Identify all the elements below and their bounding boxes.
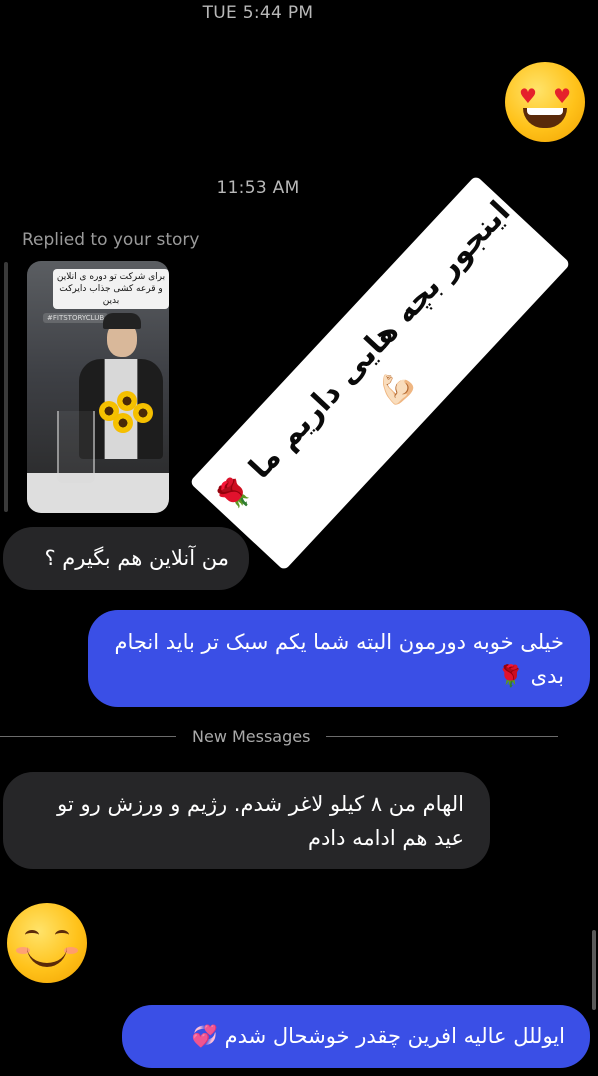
- sticker-text: اینجور بچه هایی داریم ما 🌹 💪🏻: [209, 194, 518, 521]
- divider-line-right: [326, 735, 559, 737]
- heart-eye-right-icon: ♥: [553, 84, 571, 108]
- message-text: من آنلاین هم بگیرم ؟: [44, 546, 229, 570]
- message-bubble-incoming[interactable]: الهام من ۸ کیلو لاغر شدم. رژیم و ورزش رو…: [3, 772, 490, 869]
- story-hashtag: #FITSTORYCLUB: [43, 313, 109, 323]
- table-surface: [27, 473, 169, 513]
- message-bubble-incoming[interactable]: من آنلاین هم بگیرم ؟: [3, 527, 249, 590]
- smile-eye-left: [25, 930, 39, 940]
- message-text: ایوللل عالیه افرین چقدر خوشحال شدم 💞: [191, 1024, 565, 1048]
- message-text: خیلی خوبه دورمون البته شما یکم سبک تر با…: [114, 630, 564, 688]
- smile-mouth: [523, 108, 567, 128]
- heart-eye-left-icon: ♥: [519, 84, 537, 108]
- message-bubble-outgoing[interactable]: ایوللل عالیه افرین چقدر خوشحال شدم 💞: [122, 1005, 590, 1068]
- new-messages-label: New Messages: [192, 726, 311, 746]
- message-bubble-outgoing[interactable]: خیلی خوبه دورمون البته شما یکم سبک تر با…: [88, 610, 590, 707]
- sunflower-icon: [133, 403, 153, 423]
- message-text: الهام من ۸ کیلو لاغر شدم. رژیم و ورزش رو…: [57, 792, 464, 850]
- chat-timestamp-top: TUE 5:44 PM: [202, 3, 314, 23]
- heart-eyes-emoji-icon: ♥ ♥: [505, 62, 585, 142]
- glass-vase: [57, 411, 95, 483]
- smile-eye-right: [55, 930, 69, 940]
- smile-mouth: [27, 945, 67, 967]
- story-sticker: اینجور بچه هایی داریم ما 🌹 💪🏻: [189, 175, 571, 571]
- person-cap: [103, 313, 141, 329]
- smiling-face-emoji-icon: [7, 903, 87, 983]
- scrollbar-thumb[interactable]: [592, 930, 596, 1010]
- new-messages-divider: New Messages: [0, 723, 598, 749]
- sunflower-icon: [113, 413, 133, 433]
- story-thumbnail[interactable]: برای شرکت تو دوره ی انلاین و قرعه کشی جذ…: [27, 261, 169, 513]
- reply-indicator-bar: [4, 262, 8, 512]
- story-caption: برای شرکت تو دوره ی انلاین و قرعه کشی جذ…: [53, 269, 169, 309]
- divider-line-left: [0, 735, 176, 737]
- replied-to-story-label: Replied to your story: [22, 230, 200, 250]
